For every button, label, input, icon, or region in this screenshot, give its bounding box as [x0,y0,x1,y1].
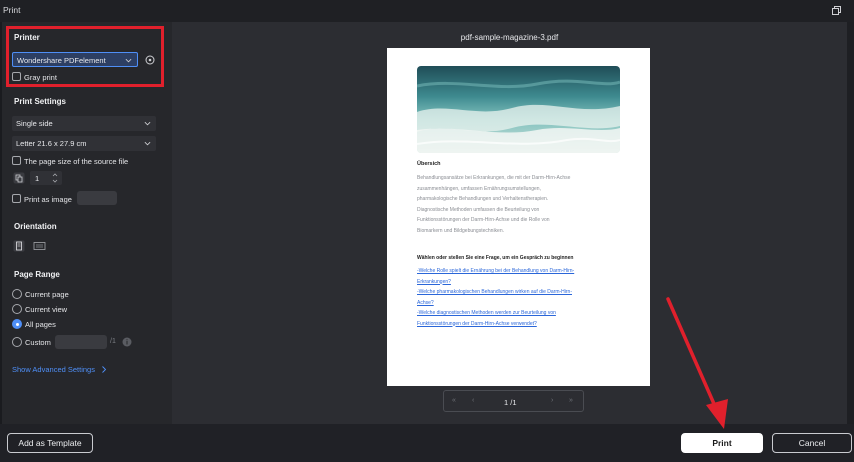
print-as-image-label: Print as image [24,195,72,204]
previous-page-icon[interactable]: ‹ [472,397,474,404]
preview-question: Wählen oder stellen Sie eine Frage, um e… [417,255,574,261]
body-line: Behandlungsansätze bei Erkrankungen, die… [417,175,571,181]
body-line: zusammenhängen, umfassen Ernährungsumste… [417,185,541,192]
question-link-line: -Welche diagnostischen Methoden werden z… [417,310,556,316]
body-line: Diagnostische Methoden umfassen die Beur… [417,206,540,213]
custom-range-label: Custom [25,338,51,347]
source-page-size-label: The page size of the source file [24,157,129,166]
sides-select[interactable]: Single side [12,116,156,131]
copies-value: 1 [35,174,40,183]
current-view-label: Current view [25,305,68,314]
paper-size-select-value: Letter 21.6 x 27.9 cm [16,139,87,148]
current-view-radio[interactable] [12,304,22,314]
custom-range-input[interactable] [55,335,107,349]
document-file-name: pdf-sample-magazine-3.pdf [460,33,559,42]
preview-body-text: Behandlungsansätze bei Erkrankungen, die… [417,173,622,236]
ocean-wave-image [417,66,620,153]
restore-window-icon[interactable] [832,6,841,15]
show-advanced-settings-link[interactable]: Show Advanced Settings [12,365,95,374]
title-bar: Print [0,0,854,22]
current-page-label: Current page [25,290,69,299]
next-page-icon[interactable]: › [551,397,553,404]
page-indicator: 1 /1 [504,398,517,407]
preview-heading: Übersich [417,161,441,167]
window-edge [847,22,854,424]
orientation-section-title: Orientation [14,222,57,231]
stepper-arrows-icon[interactable] [52,172,58,184]
portrait-orientation-icon[interactable] [13,240,25,252]
source-page-size-checkbox[interactable] [12,156,21,165]
cancel-button[interactable]: Cancel [772,433,852,453]
sides-select-value: Single side [16,119,53,128]
paper-size-select[interactable]: Letter 21.6 x 27.9 cm [12,136,156,151]
preview-question-links: -Welche Rolle spielt die Ernährung bei d… [417,266,627,329]
body-line: Funktionsstörungen der Darm-Hirn-Achse u… [417,217,550,223]
print-settings-section-title: Print Settings [14,97,67,106]
add-as-template-button[interactable]: Add as Template [7,433,93,453]
question-link-line: Funktionsstörungen der Darm-Hirn-Achse v… [417,320,537,327]
chevron-down-icon [144,141,151,146]
copies-stepper[interactable]: 1 [30,171,62,185]
first-page-icon[interactable]: « [452,397,456,404]
page-navigator: « ‹ 1 /1 › » [443,390,584,412]
all-pages-label: All pages [25,320,56,329]
window-title: Print [3,5,21,15]
question-link-line: -Welche pharmakologischen Behandlungen w… [417,289,572,295]
print-as-image-checkbox[interactable] [12,194,21,203]
question-link-line: -Welche Rolle spielt die Ernährung bei d… [417,268,575,274]
image-dpi-select[interactable] [77,191,117,205]
question-link-line: Erkrankungen? [417,278,451,285]
page-range-section-title: Page Range [14,270,60,279]
question-link-line: Achse? [417,299,434,306]
last-page-icon[interactable]: » [569,397,573,404]
print-button[interactable]: Print [681,433,763,453]
custom-range-radio[interactable] [12,337,22,347]
current-page-radio[interactable] [12,289,22,299]
chevron-down-icon [144,121,151,126]
window-left-edge [0,22,2,462]
printer-highlight-box [6,26,164,87]
custom-range-total: /1 [110,338,116,345]
chevron-right-icon [102,366,107,373]
annotation-arrow [666,297,728,429]
preview-page: Übersich Behandlungsansätze bei Erkranku… [387,48,650,386]
body-line: pharmakologische Behandlungen und Verhal… [417,196,549,202]
copies-icon [13,172,25,184]
info-icon[interactable] [122,337,132,347]
landscape-orientation-icon[interactable] [33,241,46,251]
body-line: Biomarkern und Bildgebungstechniken. [417,227,504,234]
all-pages-radio[interactable] [12,319,22,329]
